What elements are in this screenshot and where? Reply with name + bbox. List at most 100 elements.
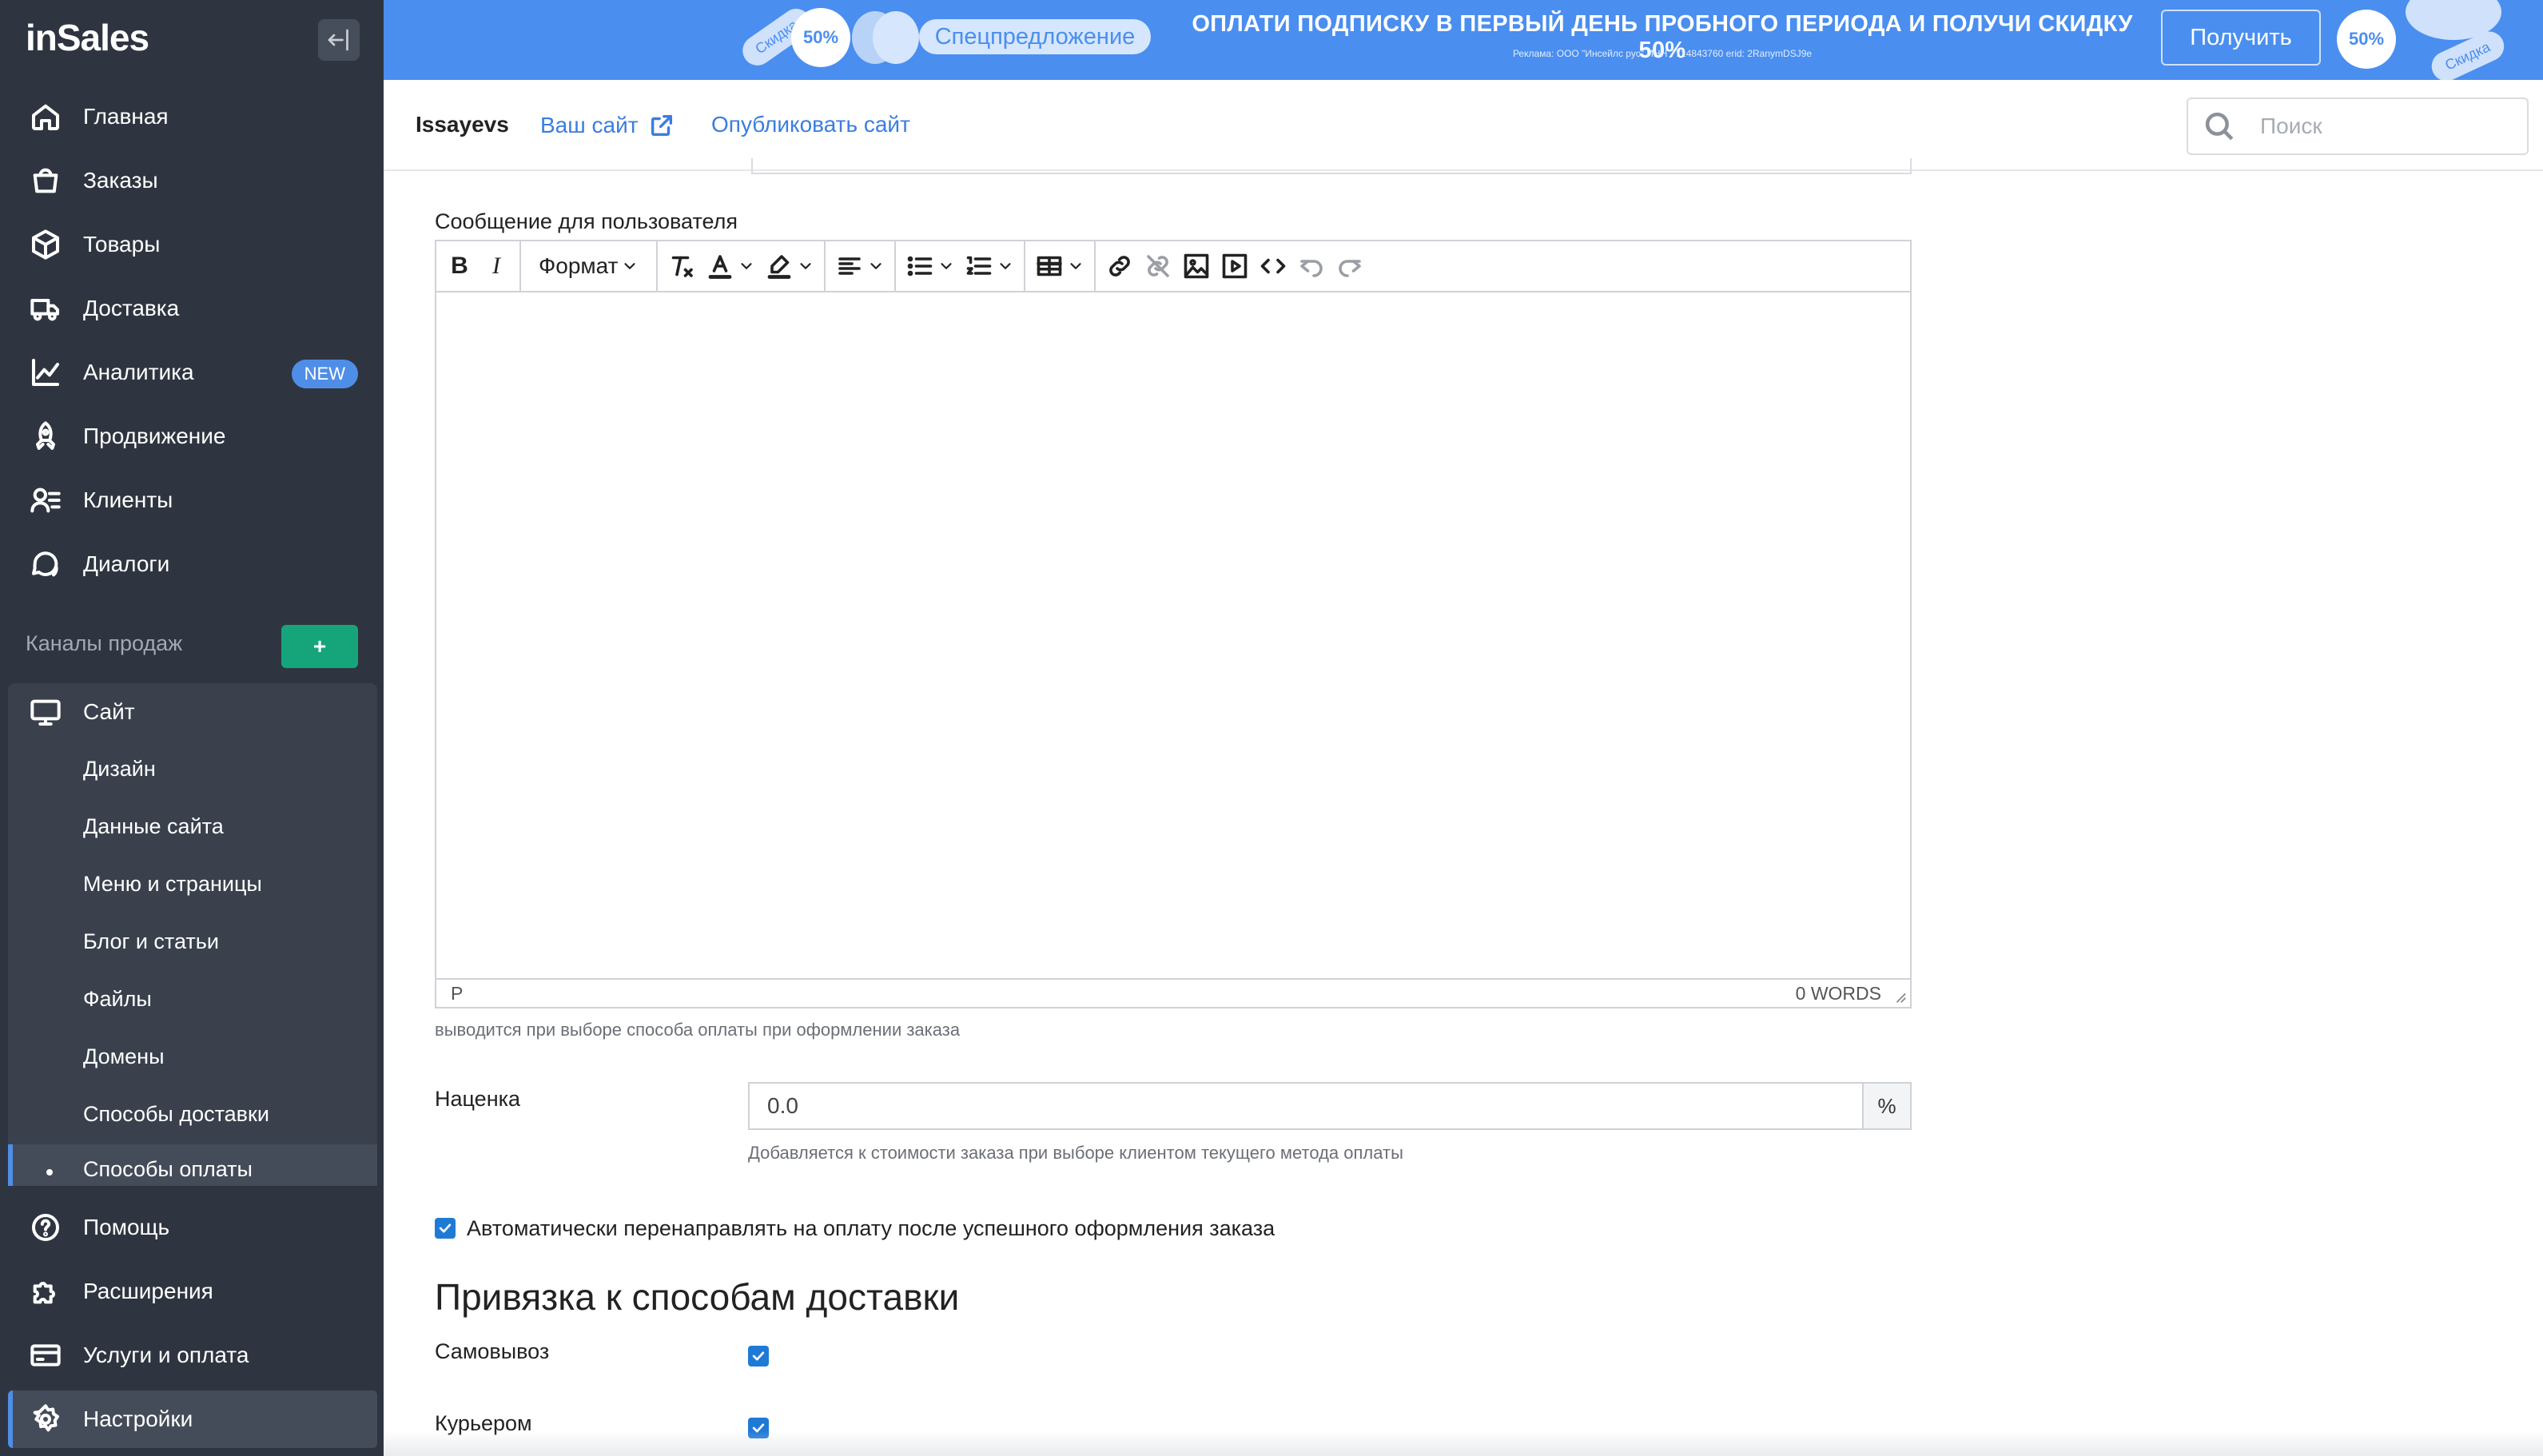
sidebar-item-delivery[interactable]: Доставка [8, 280, 377, 337]
markup-input[interactable]: 0.0 [748, 1082, 1862, 1130]
subitem-label: Данные сайта [83, 814, 224, 838]
sidebar-item-label: Диалоги [83, 551, 170, 576]
logo[interactable]: inSales [26, 16, 149, 59]
sales-channels-label: Каналы продаж [26, 631, 183, 655]
sidebar-subitem-blog[interactable]: Блог и статьи [8, 914, 377, 969]
sidebar-item-settings[interactable]: Настройки [8, 1390, 377, 1448]
chevron-down-icon [800, 263, 812, 269]
sidebar-item-label: Аналитика [83, 360, 194, 384]
sidebar-item-label: Помощь [83, 1215, 170, 1239]
editor-content-area[interactable] [436, 292, 1910, 978]
align-left-icon [838, 257, 862, 275]
sidebar-subitem-domains[interactable]: Домены [8, 1029, 377, 1084]
undo-button[interactable] [1292, 246, 1331, 286]
bullet-list-icon [908, 256, 933, 276]
format-label: Формат [539, 253, 619, 278]
auto-redirect-label[interactable]: Автоматически перенаправлять на оплату п… [467, 1216, 1275, 1241]
sidebar-item-dialogs[interactable]: Диалоги [8, 535, 377, 593]
link-icon [1109, 256, 1131, 276]
bottom-fade [384, 1430, 2543, 1456]
fifty-percent-sticker-right: 50% [2337, 10, 2396, 69]
bullet-list-dropdown[interactable] [901, 246, 960, 286]
bold-button[interactable]: B [441, 246, 478, 286]
help-icon [27, 1209, 64, 1246]
your-site-link[interactable]: Ваш сайт [540, 112, 675, 139]
unlink-icon [1147, 255, 1170, 277]
toolbar-divider [656, 241, 659, 292]
sidebar: inSales Главная Заказы Товары Доставка А… [0, 0, 384, 1456]
chevron-down-icon [1000, 263, 1012, 269]
gear-icon [27, 1401, 64, 1438]
delivery-method-label: Самовывоз [435, 1339, 550, 1363]
sidebar-subitem-payment-methods[interactable]: Способы оплаты [8, 1144, 377, 1186]
sidebar-subitem-design[interactable]: Дизайн [8, 742, 377, 796]
sidebar-item-label: Доставка [83, 296, 180, 320]
auto-redirect-checkbox[interactable] [435, 1218, 456, 1239]
element-path[interactable]: P [451, 983, 463, 1004]
toolbar-divider [1094, 241, 1096, 292]
subitem-label: Файлы [83, 986, 152, 1011]
insert-image-button[interactable] [1177, 246, 1216, 286]
table-dropdown[interactable] [1030, 246, 1089, 286]
sidebar-item-site[interactable]: Сайт [8, 683, 377, 741]
your-site-label: Ваш сайт [540, 113, 639, 137]
remove-link-button[interactable] [1139, 246, 1177, 286]
redo-button[interactable] [1331, 246, 1369, 286]
toolbar-divider [894, 241, 897, 292]
sidebar-item-label: Главная [83, 104, 169, 129]
sidebar-subitem-site-data[interactable]: Данные сайта [8, 799, 377, 853]
sidebar-item-orders[interactable]: Заказы [8, 152, 377, 209]
sidebar-subitem-files[interactable]: Файлы [8, 972, 377, 1026]
search-input[interactable] [2260, 113, 2516, 139]
undo-icon [1300, 260, 1323, 277]
sidebar-item-extensions[interactable]: Расширения [8, 1263, 377, 1320]
sidebar-subitem-menu-pages[interactable]: Меню и страницы [8, 857, 377, 911]
collapse-sidebar-button[interactable] [318, 19, 360, 61]
numbered-list-dropdown[interactable] [960, 246, 1019, 286]
banner-ad-note: Реклама: ООО "Инсейлс рус" ИНН 771484376… [1512, 48, 1813, 59]
message-hint: выводится при выборе способа оплаты при … [435, 1020, 961, 1040]
sidebar-item-label: Расширения [83, 1279, 213, 1303]
collapse-left-icon [328, 29, 348, 51]
sidebar-item-products[interactable]: Товары [8, 216, 377, 273]
sidebar-item-home[interactable]: Главная [8, 88, 377, 145]
word-count: 0 WORDS [1795, 982, 1881, 1004]
promo-banner: Скидка 50% Спецпредложение ОПЛАТИ ПОДПИС… [384, 0, 2543, 80]
sidebar-item-clients[interactable]: Клиенты [8, 471, 377, 529]
align-dropdown[interactable] [830, 246, 889, 286]
video-icon [1223, 253, 1248, 279]
pickup-checkbox[interactable] [748, 1346, 769, 1366]
publish-site-link[interactable]: Опубликовать сайт [711, 112, 910, 137]
percent-addon: % [1862, 1082, 1912, 1130]
insert-video-button[interactable] [1216, 246, 1254, 286]
image-icon [1184, 253, 1209, 279]
format-dropdown[interactable]: Формат [526, 246, 651, 286]
sidebar-item-promotion[interactable]: Продвижение [8, 408, 377, 465]
add-channel-button[interactable]: + [281, 625, 358, 668]
sidebar-item-help[interactable]: Помощь [8, 1199, 377, 1256]
get-offer-button[interactable]: Получить [2161, 10, 2321, 66]
text-color-button[interactable] [701, 246, 760, 286]
active-dot [46, 1169, 53, 1176]
toolbar-divider [824, 241, 826, 292]
clear-formatting-button[interactable] [663, 246, 701, 286]
sidebar-subitem-delivery-methods[interactable]: Способы доставки [8, 1087, 377, 1141]
highlight-color-button[interactable] [760, 246, 819, 286]
subitem-label: Способы доставки [83, 1101, 269, 1126]
message-label: Сообщение для пользователя [435, 209, 738, 233]
italic-button[interactable]: I [478, 246, 515, 286]
subitem-label: Способы оплаты [83, 1157, 253, 1181]
insert-link-button[interactable] [1100, 246, 1139, 286]
subitem-label: Дизайн [83, 756, 156, 781]
source-code-button[interactable] [1254, 246, 1292, 286]
resize-handle-icon[interactable] [1892, 989, 1907, 1004]
code-icon [1261, 258, 1286, 274]
delivery-binding-title: Привязка к способам доставки [435, 1276, 960, 1318]
chart-icon [27, 354, 64, 391]
rocket-icon [27, 418, 64, 455]
text-color-icon [709, 255, 732, 279]
sidebar-item-analytics[interactable]: Аналитика NEW [8, 344, 377, 401]
editor-statusbar: P 0 WORDS [436, 978, 1910, 1007]
sidebar-item-services-billing[interactable]: Услуги и оплата [8, 1327, 377, 1384]
box-icon [27, 226, 64, 263]
